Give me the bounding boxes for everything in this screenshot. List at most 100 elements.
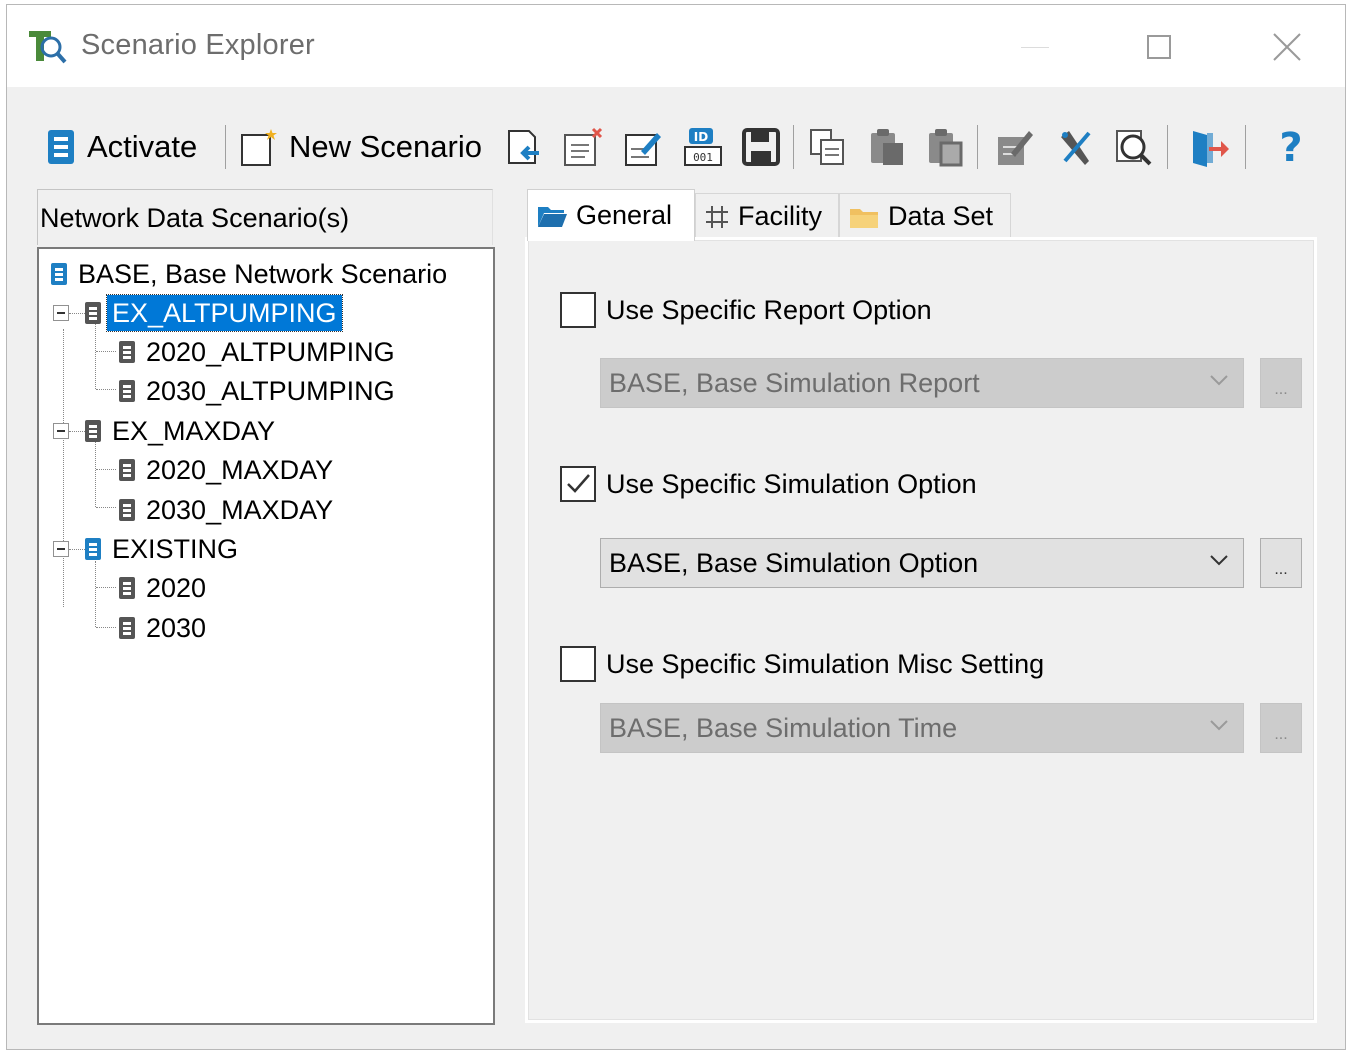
checkmark-icon — [567, 474, 590, 493]
help-icon[interactable]: ? — [1271, 127, 1311, 167]
import-icon[interactable] — [503, 127, 543, 167]
scenario-icon — [85, 538, 101, 560]
scenario-icon — [51, 263, 67, 285]
svg-text:ID: ID — [694, 130, 708, 144]
minimize-button[interactable] — [1007, 25, 1063, 69]
collapse-toggle[interactable] — [53, 541, 69, 557]
id-icon[interactable]: ID 001 — [683, 127, 723, 167]
report-option-browse-button[interactable]: ... — [1260, 358, 1302, 408]
tree-connector — [95, 441, 96, 507]
tab-label: General — [576, 200, 673, 230]
scenario-icon — [119, 341, 135, 363]
folder-icon — [850, 208, 878, 228]
new-document-icon — [241, 129, 277, 166]
tree-node-label: 2020 — [146, 573, 207, 603]
tree-node-2020-maxday[interactable]: 2020_MAXDAY — [117, 451, 338, 489]
general-tab-panel: Use Specific Report Option BASE, Base Si… — [525, 237, 1317, 1023]
tree-node-label: 2020_MAXDAY — [146, 455, 334, 485]
tree-connector — [63, 329, 64, 607]
tree-connector — [95, 323, 96, 389]
tree-node-existing[interactable]: EXISTING — [83, 530, 243, 568]
toolbar-separator — [977, 125, 978, 169]
tab-data-set[interactable]: Data Set — [839, 193, 1011, 239]
exit-icon[interactable] — [1189, 127, 1229, 167]
misc-setting-select[interactable]: BASE, Base Simulation Time — [600, 703, 1244, 753]
chevron-down-icon — [1210, 555, 1228, 566]
delete-scenario-icon[interactable] — [563, 127, 603, 167]
toolbar-separator — [1167, 125, 1168, 169]
tree-node-ex-maxday[interactable]: EX_MAXDAY — [83, 412, 280, 450]
collapse-toggle[interactable] — [53, 423, 69, 439]
activate-button[interactable]: Activate — [45, 115, 197, 179]
copy-icon[interactable] — [807, 127, 847, 167]
report-option-row[interactable]: Use Specific Report Option — [560, 292, 932, 328]
edit-query-icon[interactable] — [995, 127, 1035, 167]
scenario-tree[interactable]: BASE, Base Network Scenario EX_ALTPUMPIN… — [37, 247, 495, 1025]
title-bar: Scenario Explorer — [7, 5, 1345, 87]
misc-setting-browse-button[interactable]: ... — [1260, 703, 1302, 753]
simulation-option-row[interactable]: Use Specific Simulation Option — [560, 466, 977, 502]
tree-connector — [96, 469, 116, 470]
tab-facility[interactable]: Facility — [695, 193, 839, 239]
tree-node-label: 2030_MAXDAY — [146, 495, 334, 525]
tree-connector — [95, 561, 96, 627]
tree-node-label: 2030_ALTPUMPING — [146, 376, 395, 406]
tree-connector — [96, 351, 116, 352]
simulation-option-checkbox[interactable] — [560, 466, 596, 502]
new-scenario-label: New Scenario — [289, 129, 482, 164]
activate-label: Activate — [87, 129, 198, 164]
scenario-icon — [119, 617, 135, 639]
tree-node-label: EX_ALTPUMPING — [106, 294, 343, 332]
tree-connector — [96, 507, 116, 508]
toolbar-separator — [225, 125, 226, 169]
scenario-icon — [48, 130, 74, 164]
tree-node-label: 2030 — [146, 613, 207, 643]
scenario-icon — [85, 302, 101, 324]
simulation-option-label: Use Specific Simulation Option — [606, 468, 977, 499]
tools-icon[interactable] — [1055, 127, 1095, 167]
tree-node-2020-altpumping[interactable]: 2020_ALTPUMPING — [117, 333, 400, 371]
report-option-checkbox[interactable] — [560, 292, 596, 328]
tree-node-base[interactable]: BASE, Base Network Scenario — [49, 255, 452, 293]
scenario-explorer-window: Scenario Explorer Activate New Scenario — [6, 4, 1346, 1050]
misc-setting-value: BASE, Base Simulation Time — [609, 712, 958, 743]
tree-node-label: EXISTING — [112, 534, 239, 564]
svg-text:001: 001 — [693, 151, 713, 164]
svg-text:?: ? — [1279, 127, 1302, 167]
grid-icon — [706, 205, 728, 228]
new-scenario-button[interactable]: New Scenario — [239, 115, 482, 179]
app-icon — [29, 31, 67, 64]
chevron-down-icon — [1210, 375, 1228, 386]
tree-node-2020[interactable]: 2020 — [117, 569, 211, 607]
save-icon[interactable] — [741, 127, 781, 167]
tree-node-2030-maxday[interactable]: 2030_MAXDAY — [117, 491, 338, 529]
inspect-icon[interactable] — [1113, 127, 1153, 167]
tab-general[interactable]: General — [527, 189, 695, 241]
collapse-toggle[interactable] — [53, 305, 69, 321]
misc-setting-row[interactable]: Use Specific Simulation Misc Setting — [560, 646, 1044, 682]
scenario-icon — [119, 459, 135, 481]
maximize-button[interactable] — [1131, 25, 1187, 69]
misc-setting-checkbox[interactable] — [560, 646, 596, 682]
toolbar-separator — [1245, 125, 1246, 169]
paste-icon[interactable] — [867, 127, 907, 167]
scenario-icon — [119, 499, 135, 521]
scenario-icon — [119, 577, 135, 599]
simulation-option-select[interactable]: BASE, Base Simulation Option — [600, 538, 1244, 588]
chevron-down-icon — [1210, 720, 1228, 731]
window-title: Scenario Explorer — [81, 29, 315, 61]
paste-special-icon[interactable] — [925, 127, 965, 167]
scenario-icon — [119, 380, 135, 402]
tree-node-2030[interactable]: 2030 — [117, 609, 211, 647]
misc-setting-label: Use Specific Simulation Misc Setting — [606, 648, 1045, 679]
close-button[interactable] — [1259, 25, 1315, 69]
tree-node-label: BASE, Base Network Scenario — [78, 259, 448, 289]
report-option-select[interactable]: BASE, Base Simulation Report — [600, 358, 1244, 408]
edit-scenario-icon[interactable] — [623, 127, 663, 167]
report-option-label: Use Specific Report Option — [606, 294, 932, 325]
simulation-option-browse-button[interactable]: ... — [1260, 538, 1302, 588]
tree-node-ex-altpumping[interactable]: EX_ALTPUMPING — [83, 294, 343, 332]
tab-label: Data Set — [888, 201, 994, 231]
close-icon — [1273, 33, 1301, 61]
tree-node-2030-altpumping[interactable]: 2030_ALTPUMPING — [117, 372, 400, 410]
